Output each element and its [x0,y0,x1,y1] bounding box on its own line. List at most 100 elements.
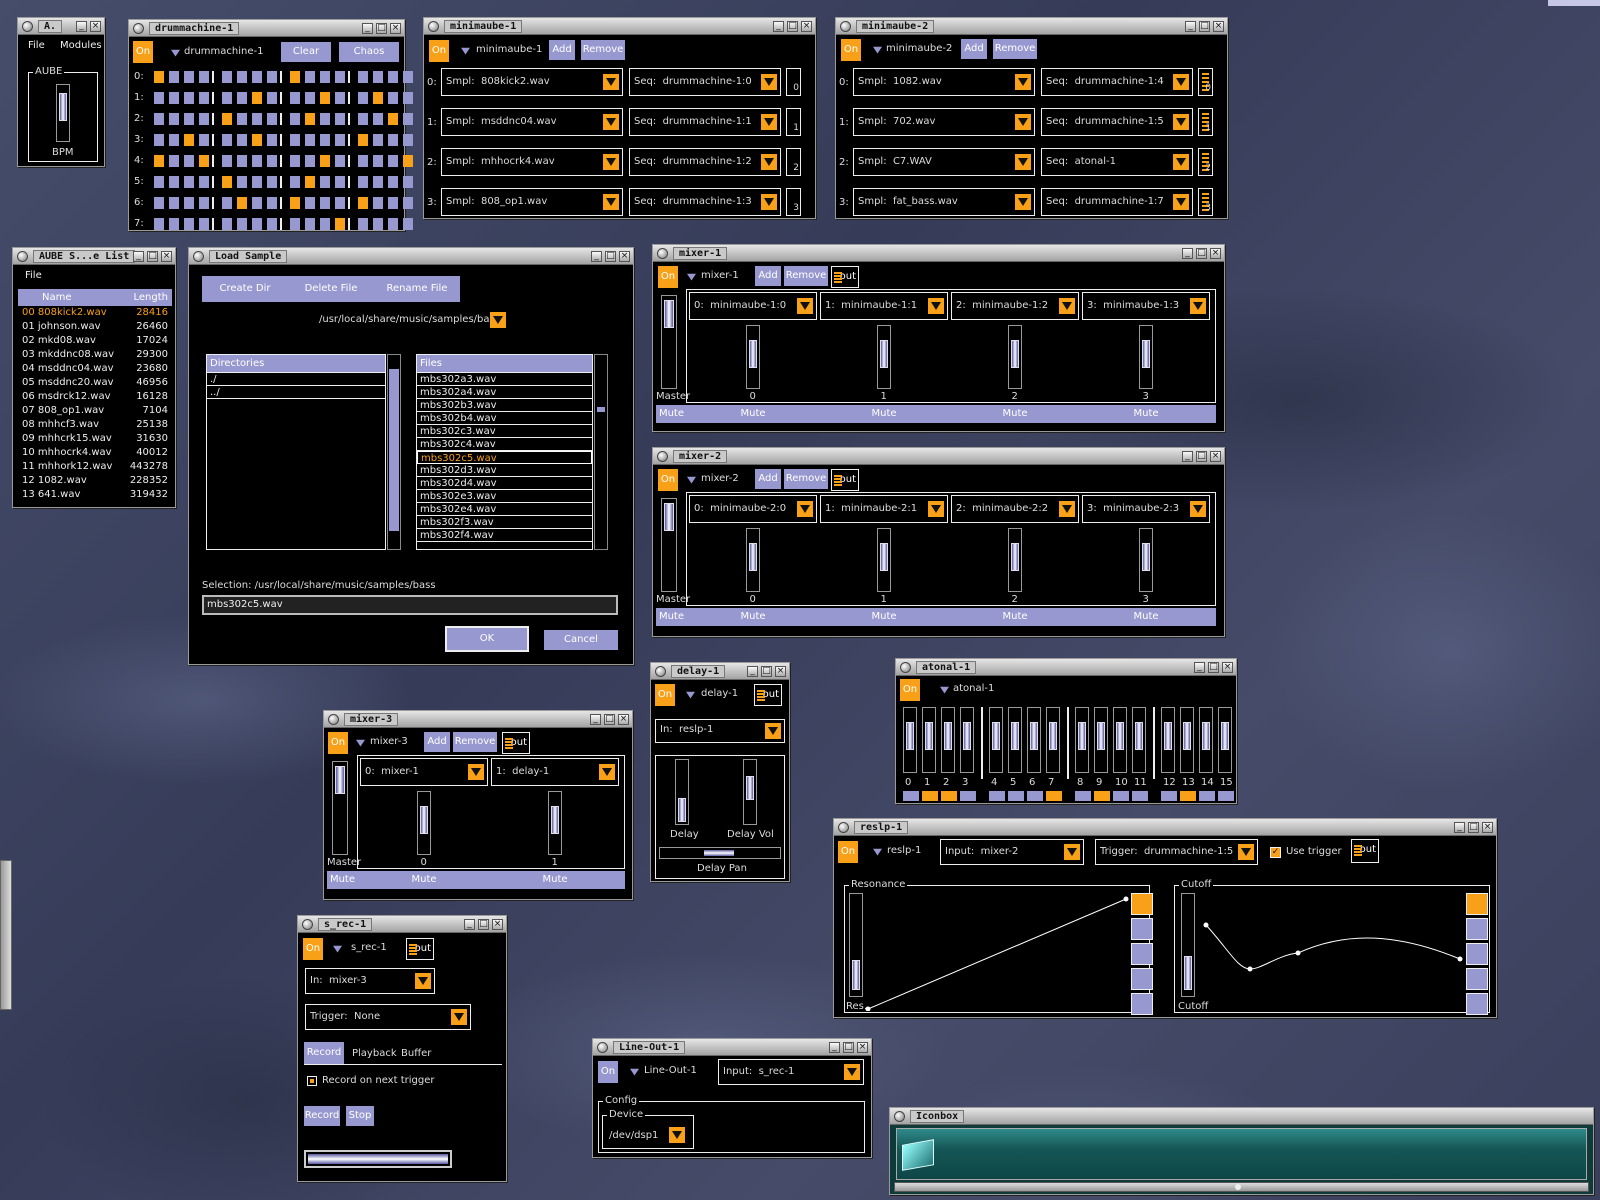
dropdown-arrow-icon[interactable] [765,723,781,739]
step-slider[interactable] [1180,707,1194,773]
step-cell[interactable] [154,197,164,209]
step-cell[interactable] [320,134,330,146]
dropdown-arrow-icon[interactable] [603,194,619,210]
dropdown-arrow-icon[interactable] [797,501,813,517]
step-slider[interactable] [1113,707,1127,773]
dropdown-arrow-icon[interactable] [415,973,431,989]
sample-dropdown[interactable]: Smpl: mhhocrk4.wav [441,148,623,176]
file-item[interactable]: mbs302c4.wav [417,438,592,451]
sequencer-dropdown[interactable]: Seq: drummachine-1:3 [629,188,781,216]
curve-spike-icon[interactable] [1131,943,1153,965]
close-icon[interactable]: × [390,23,401,34]
window-menu-icon[interactable] [838,822,849,833]
step-cell[interactable] [184,218,194,230]
minimize-icon[interactable]: _ [1194,662,1205,673]
step-cell[interactable] [358,71,368,83]
titlebar[interactable]: mixer-1 _ □ × [653,245,1224,262]
step-cell[interactable] [373,134,383,146]
step-trigger[interactable] [1008,791,1024,801]
sample-row[interactable]: 10 mhhocrk4.wav 40012 [18,446,172,460]
step-cell[interactable] [403,218,413,230]
curve-log-icon[interactable] [1131,893,1153,915]
titlebar[interactable]: A. _ × [18,18,104,35]
titlebar[interactable]: delay-1 _ □ × [651,663,789,680]
dropdown-arrow-icon[interactable] [761,194,777,210]
step-cell[interactable] [237,218,247,230]
sample-row[interactable]: 00 808kick2.wav 28416 [18,306,172,320]
step-cell[interactable] [358,92,368,104]
dropdown-arrow-icon[interactable] [603,74,619,90]
minimize-icon[interactable]: _ [591,251,602,262]
column-length[interactable]: Length [134,292,169,303]
step-trigger[interactable] [903,791,919,801]
step-slider[interactable] [1218,707,1232,773]
file-item[interactable]: mbs302a3.wav [417,373,592,386]
step-cell[interactable] [199,197,209,209]
step-cell[interactable] [290,113,300,125]
close-icon[interactable]: × [801,21,812,32]
step-slider[interactable] [1008,707,1022,773]
desktop-edge-handle[interactable] [0,860,12,1010]
curve-spike-icon[interactable] [1466,943,1488,965]
step-slider[interactable] [1132,707,1146,773]
curve-linear-icon[interactable] [1466,993,1488,1015]
step-cell[interactable] [403,71,413,83]
on-toggle[interactable]: On [133,41,153,63]
minimize-icon[interactable]: _ [590,714,601,725]
input-dropdown[interactable]: 3: minimaube-1:3 [1082,292,1210,320]
record-on-next-trigger-checkbox[interactable] [307,1076,317,1086]
step-cell[interactable] [267,92,277,104]
sequencer-dropdown[interactable]: Seq: drummachine-1:7 [1041,188,1193,216]
master-mute-button[interactable]: Mute [656,405,687,423]
step-cell[interactable] [252,176,262,188]
directory-scrollbar[interactable] [387,354,401,550]
dropdown-arrow-icon[interactable] [1238,844,1254,860]
step-cell[interactable] [290,71,300,83]
sample-row[interactable]: 13 641.wav 319432 [18,488,172,502]
step-cell[interactable] [252,155,262,167]
step-cell[interactable] [222,134,232,146]
titlebar[interactable]: Iconbox [890,1108,1593,1125]
step-cell[interactable] [199,134,209,146]
options-menu-icon[interactable] [356,739,365,747]
input-dropdown[interactable]: 0: mixer-1 [360,758,488,786]
maximize-icon[interactable]: □ [147,251,158,262]
minimize-icon[interactable]: _ [1185,21,1196,32]
sample-dropdown[interactable]: Smpl: 1082.wav [853,68,1035,96]
level-meter[interactable]: 0 [786,68,801,96]
step-cell[interactable] [403,134,413,146]
on-toggle[interactable]: On [655,684,675,706]
file-item[interactable]: mbs302f4.wav [417,529,592,542]
close-icon[interactable]: × [857,1042,868,1053]
input-dropdown[interactable]: 0: minimaube-2:0 [689,495,817,523]
sample-row[interactable]: 07 808_op1.wav 7104 [18,404,172,418]
channel-slider[interactable] [1007,528,1022,592]
window-menu-icon[interactable] [17,251,28,262]
step-cell[interactable] [320,113,330,125]
master-slider[interactable] [661,295,677,389]
window-menu-icon[interactable] [657,451,668,462]
minimize-icon[interactable]: _ [829,1042,840,1053]
step-cell[interactable] [358,134,368,146]
channel-slider[interactable] [1007,325,1022,389]
step-cell[interactable] [335,176,345,188]
close-icon[interactable]: × [619,251,630,262]
remove-button[interactable]: Remove [993,39,1037,59]
out-button[interactable]: out [502,732,530,754]
options-menu-icon[interactable] [940,686,949,694]
maximize-icon[interactable]: □ [1199,21,1210,32]
remove-button[interactable]: Remove [581,40,625,60]
rename-file-button[interactable]: Rename File [374,276,460,302]
step-cell[interactable] [154,71,164,83]
dropdown-arrow-icon[interactable] [1190,501,1206,517]
file-item[interactable]: mbs302f3.wav [417,516,592,529]
sample-dropdown[interactable]: Smpl: msddnc04.wav [441,108,623,136]
window-menu-icon[interactable] [657,248,668,259]
input-dropdown[interactable]: Input: s_rec-1 [718,1059,864,1085]
step-cell[interactable] [267,71,277,83]
channel-mute-button[interactable]: Mute [412,871,437,889]
channel-mute-button[interactable]: Mute [1003,608,1028,626]
titlebar[interactable]: s_rec-1 _ □ × [298,916,506,933]
step-cell[interactable] [373,155,383,167]
step-trigger[interactable] [1199,791,1215,801]
